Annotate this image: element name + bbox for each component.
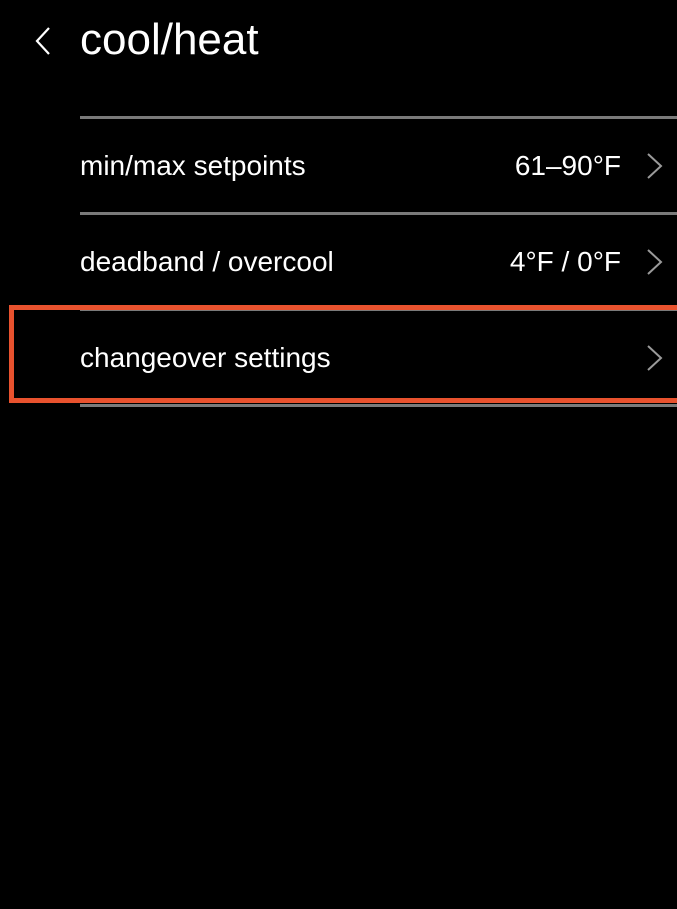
- deadband-overcool-row[interactable]: deadband / overcool 4°F / 0°F: [0, 215, 677, 308]
- changeover-settings-row[interactable]: changeover settings: [0, 311, 677, 404]
- chevron-right-icon: [647, 153, 663, 179]
- row-value: 4°F / 0°F: [509, 246, 621, 277]
- row-label: changeover settings: [80, 342, 331, 373]
- list-divider: [80, 404, 677, 407]
- chevron-left-icon: [35, 27, 50, 55]
- header: cool/heat: [0, 0, 677, 90]
- page-title: cool/heat: [80, 15, 259, 64]
- row-value: 61–90°F: [514, 150, 621, 181]
- min-max-setpoints-row[interactable]: min/max setpoints 61–90°F: [0, 119, 677, 212]
- row-label: min/max setpoints: [80, 150, 306, 181]
- row-label: deadband / overcool: [80, 246, 334, 277]
- chevron-right-icon: [647, 345, 663, 371]
- back-button[interactable]: [24, 14, 68, 70]
- chevron-right-icon: [647, 249, 663, 275]
